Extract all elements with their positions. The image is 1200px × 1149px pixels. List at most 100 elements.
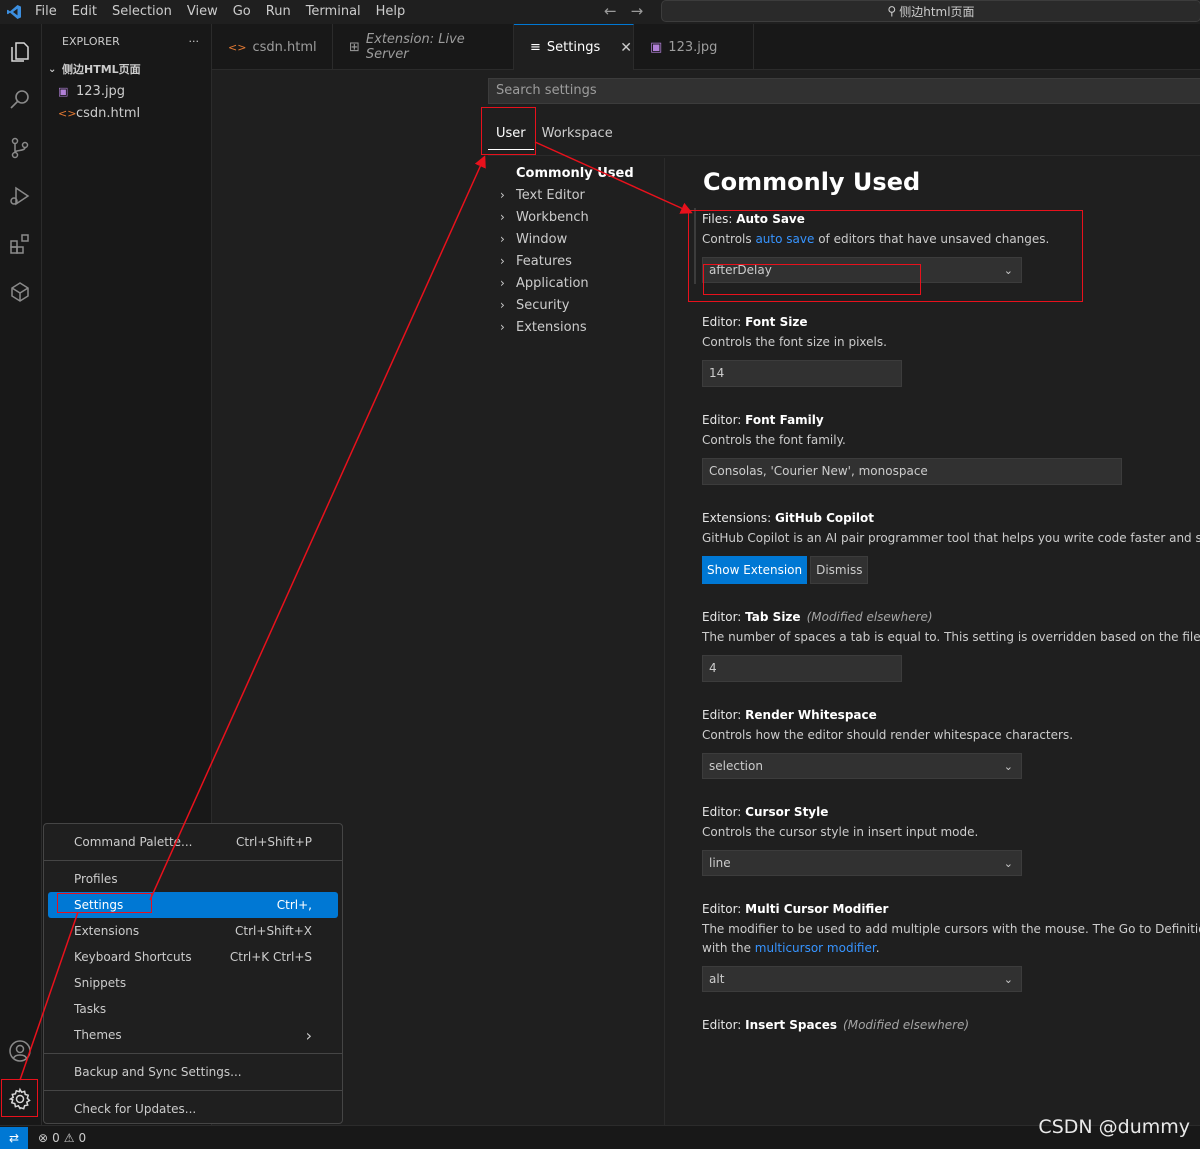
menu-item-themes[interactable]: Themes ›: [48, 1022, 338, 1048]
menu-item-extensions[interactable]: Extensions Ctrl+Shift+X: [48, 918, 338, 944]
extensions-icon[interactable]: [6, 230, 34, 258]
auto-save-link[interactable]: auto save: [755, 232, 814, 246]
explorer-header: EXPLORER ···: [42, 24, 211, 58]
render-whitespace-dropdown[interactable]: selection ⌄: [702, 753, 1022, 779]
menu-run[interactable]: Run: [259, 0, 299, 24]
toc-security[interactable]: › Security: [500, 294, 660, 316]
vscode-logo-icon: [0, 0, 28, 24]
modified-elsewhere-note[interactable]: (Modified elsewhere): [807, 610, 933, 624]
setting-title: Editor: Font Family: [702, 409, 1200, 431]
menu-item-label: Backup and Sync Settings...: [74, 1065, 242, 1079]
setting-category: Editor:: [702, 413, 746, 427]
settings-search-input[interactable]: Search settings: [488, 78, 1200, 104]
menu-item-tasks[interactable]: Tasks: [48, 996, 338, 1022]
desc-text: Controls: [702, 232, 756, 246]
more-actions-icon[interactable]: ···: [189, 35, 200, 48]
menu-item-label: Themes: [74, 1028, 122, 1042]
tab-csdn-html[interactable]: <> csdn.html: [212, 24, 333, 70]
toc-extensions[interactable]: › Extensions: [500, 316, 660, 338]
chevron-right-icon: ›: [500, 320, 505, 334]
setting-name: GitHub Copilot: [775, 511, 874, 525]
menu-item-command-palette[interactable]: Command Palette... Ctrl+Shift+P: [48, 829, 338, 855]
setting-name: Font Size: [745, 315, 808, 329]
back-arrow-icon[interactable]: ←: [604, 2, 617, 20]
html-file-icon: <>: [228, 40, 247, 54]
remote-explorer-icon[interactable]: [6, 278, 34, 306]
menu-terminal[interactable]: Terminal: [299, 0, 369, 24]
tab-live-server[interactable]: ⊞ Extension: Live Server: [333, 24, 514, 70]
menu-item-label: Profiles: [74, 872, 118, 886]
menu-item-keyboard-shortcuts[interactable]: Keyboard Shortcuts Ctrl+K Ctrl+S: [48, 944, 338, 970]
search-icon[interactable]: [6, 86, 34, 114]
tab-user[interactable]: User: [488, 122, 534, 150]
menu-item-profiles[interactable]: Profiles: [48, 866, 338, 892]
menu-item-label: Check for Updates...: [74, 1102, 197, 1116]
toc-application[interactable]: › Application: [500, 272, 660, 294]
command-center-search[interactable]: ⚲ 侧边html页面: [661, 0, 1200, 22]
multi-cursor-modifier-dropdown[interactable]: alt ⌄: [702, 966, 1022, 992]
setting-title: Editor: Tab Size (Modified elsewhere): [702, 606, 1200, 628]
file-item[interactable]: ▣ 123.jpg: [42, 80, 211, 102]
menu-go[interactable]: Go: [226, 0, 259, 24]
accounts-icon[interactable]: [6, 1037, 34, 1065]
problems-indicator[interactable]: ⊗ 0 ⚠ 0: [38, 1131, 86, 1145]
menu-item-label: Snippets: [74, 976, 127, 990]
explorer-icon[interactable]: [6, 38, 34, 66]
menu-item-check-updates[interactable]: Check for Updates...: [48, 1096, 338, 1122]
toc-workbench[interactable]: › Workbench: [500, 206, 660, 228]
setting-cursor-style: Editor: Cursor Style Controls the cursor…: [702, 801, 1200, 898]
menu-edit[interactable]: Edit: [65, 0, 105, 24]
menu-help[interactable]: Help: [369, 0, 414, 24]
setting-title: Editor: Insert Spaces (Modified elsewhere…: [702, 1014, 1200, 1036]
setting-description: Controls the font size in pixels.: [702, 335, 887, 349]
tab-workspace[interactable]: Workspace: [534, 122, 621, 150]
toc-text-editor[interactable]: › Text Editor: [500, 184, 660, 206]
tab-size-input[interactable]: 4: [702, 655, 902, 682]
extension-icon: ⊞: [349, 39, 360, 55]
warning-count: 0: [78, 1130, 87, 1145]
toc-features[interactable]: › Features: [500, 250, 660, 272]
font-size-input[interactable]: 14: [702, 360, 902, 387]
settings-list: Commonly Used Files: Auto Save Controls …: [694, 162, 1200, 1058]
setting-description: The modifier to be used to add multiple …: [702, 922, 1200, 936]
setting-category: Editor:: [702, 805, 746, 819]
source-control-icon[interactable]: [6, 134, 34, 162]
menu-view[interactable]: View: [180, 0, 226, 24]
remote-indicator-icon[interactable]: ⇄: [0, 1126, 28, 1149]
workspace-folder[interactable]: ⌄ 侧边HTML页面: [42, 58, 211, 80]
chevron-down-icon: ⌄: [1003, 856, 1013, 870]
menu-item-snippets[interactable]: Snippets: [48, 970, 338, 996]
title-bar: File Edit Selection View Go Run Terminal…: [0, 0, 1200, 24]
menu-selection[interactable]: Selection: [105, 0, 180, 24]
menu-item-backup-sync[interactable]: Backup and Sync Settings...: [48, 1059, 338, 1085]
manage-gear-icon[interactable]: [6, 1085, 34, 1113]
forward-arrow-icon[interactable]: →: [631, 2, 644, 20]
toc-window[interactable]: › Window: [500, 228, 660, 250]
multicursor-modifier-link[interactable]: multicursor modifier: [755, 941, 876, 955]
file-item[interactable]: <> csdn.html: [42, 102, 211, 124]
close-icon[interactable]: ✕: [620, 40, 632, 56]
setting-description: with the multicursor modifier.: [702, 939, 1200, 958]
show-extension-button[interactable]: Show Extension: [702, 556, 808, 584]
tab-settings[interactable]: ≡ Settings ✕: [514, 24, 634, 70]
setting-description: Controls auto save of editors that have …: [702, 230, 1200, 249]
tab-123-jpg[interactable]: ▣ 123.jpg: [634, 24, 754, 70]
run-debug-icon[interactable]: [6, 182, 34, 210]
navigation-arrows: ← →: [604, 2, 643, 20]
menu-file[interactable]: File: [28, 0, 65, 24]
tab-label: Settings: [546, 40, 601, 55]
font-family-input[interactable]: Consolas, 'Courier New', monospace: [702, 458, 1122, 485]
modified-elsewhere-note[interactable]: (Modified elsewhere): [843, 1018, 969, 1032]
tab-label: csdn.html: [252, 39, 317, 55]
dismiss-button[interactable]: Dismiss: [810, 556, 869, 584]
settings-toc: Commonly Used › Text Editor › Workbench › W…: [500, 162, 660, 338]
toc-label: Application: [516, 275, 589, 291]
setting-title: Editor: Multi Cursor Modifier: [702, 898, 1200, 920]
menu-item-settings[interactable]: Settings Ctrl+,: [48, 892, 338, 918]
auto-save-dropdown[interactable]: afterDelay ⌄: [702, 257, 1022, 283]
menu-item-label: Extensions: [74, 924, 140, 938]
toc-commonly-used[interactable]: Commonly Used: [500, 162, 660, 184]
cursor-style-dropdown[interactable]: line ⌄: [702, 850, 1022, 876]
toc-label: Extensions: [516, 319, 587, 335]
menu-bar: File Edit Selection View Go Run Terminal…: [28, 0, 413, 24]
